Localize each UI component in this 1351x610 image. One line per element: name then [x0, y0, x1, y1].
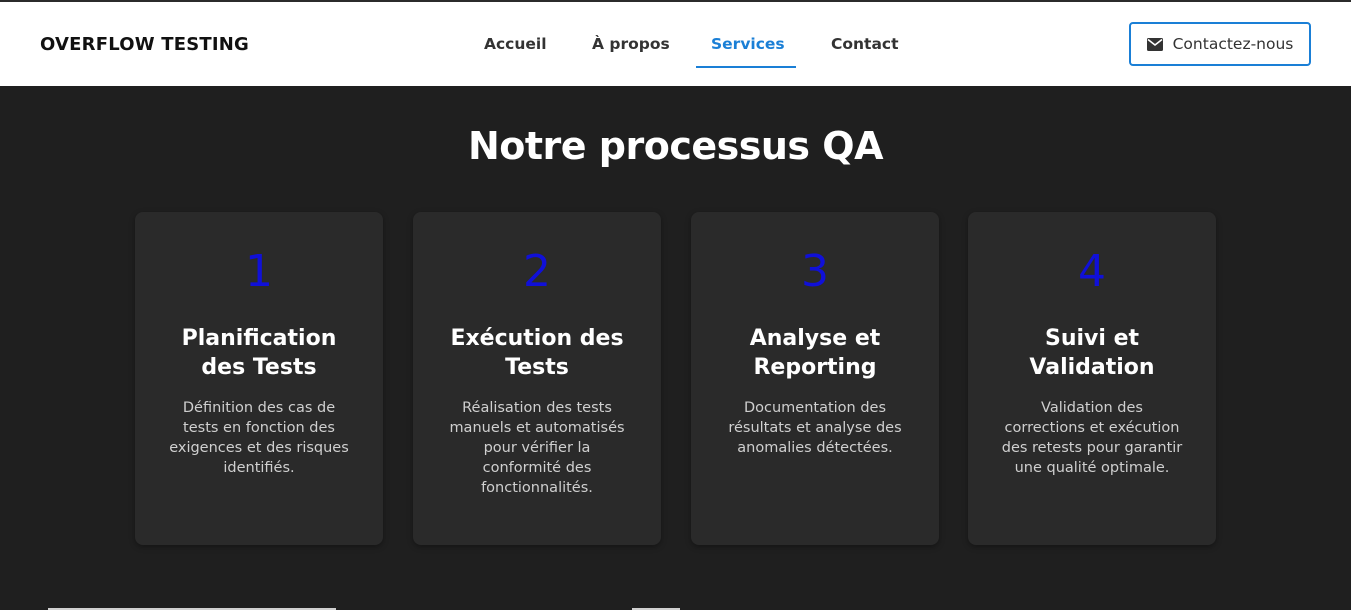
step-title: Analyse et Reporting	[749, 326, 881, 380]
active-nav-indicator	[696, 66, 796, 68]
section-heading: Notre processus QA	[467, 124, 884, 168]
step-title: Planification des Tests	[181, 326, 337, 380]
step-number: 3	[801, 246, 829, 297]
site-header: OVERFLOW TESTING Accueil À propos Servic…	[0, 2, 1351, 86]
step-card: 3 Analyse et Reporting Documentation des…	[691, 212, 939, 545]
step-description: Validation des corrections et exécution …	[1001, 400, 1183, 476]
step-title: Exécution des Tests	[450, 326, 624, 380]
step-description: Réalisation des tests manuels et automat…	[449, 400, 625, 496]
nav-a-propos[interactable]: À propos	[592, 35, 670, 53]
step-card: 2 Exécution des Tests Réalisation des te…	[413, 212, 661, 545]
step-title: Suivi et Validation	[1029, 326, 1155, 380]
step-number: 2	[523, 246, 551, 297]
brand-logo-text[interactable]: OVERFLOW TESTING	[40, 34, 249, 55]
step-card: 4 Suivi et Validation Validation des cor…	[968, 212, 1216, 545]
process-section: Notre processus QA 1 Planification des T…	[0, 86, 1351, 610]
step-card: 1 Planification des Tests Définition des…	[135, 212, 383, 545]
nav-contact[interactable]: Contact	[831, 35, 899, 53]
nav-services[interactable]: Services	[711, 35, 785, 53]
step-number: 1	[245, 246, 273, 297]
step-number: 4	[1078, 246, 1106, 297]
envelope-icon	[1146, 37, 1163, 51]
contact-us-button[interactable]: Contactez-nous	[1129, 22, 1311, 66]
nav-accueil[interactable]: Accueil	[484, 35, 547, 53]
step-description: Définition des cas de tests en fonction …	[169, 400, 349, 476]
step-description: Documentation des résultats et analyse d…	[728, 400, 902, 456]
contact-us-label: Contactez-nous	[1172, 35, 1294, 53]
